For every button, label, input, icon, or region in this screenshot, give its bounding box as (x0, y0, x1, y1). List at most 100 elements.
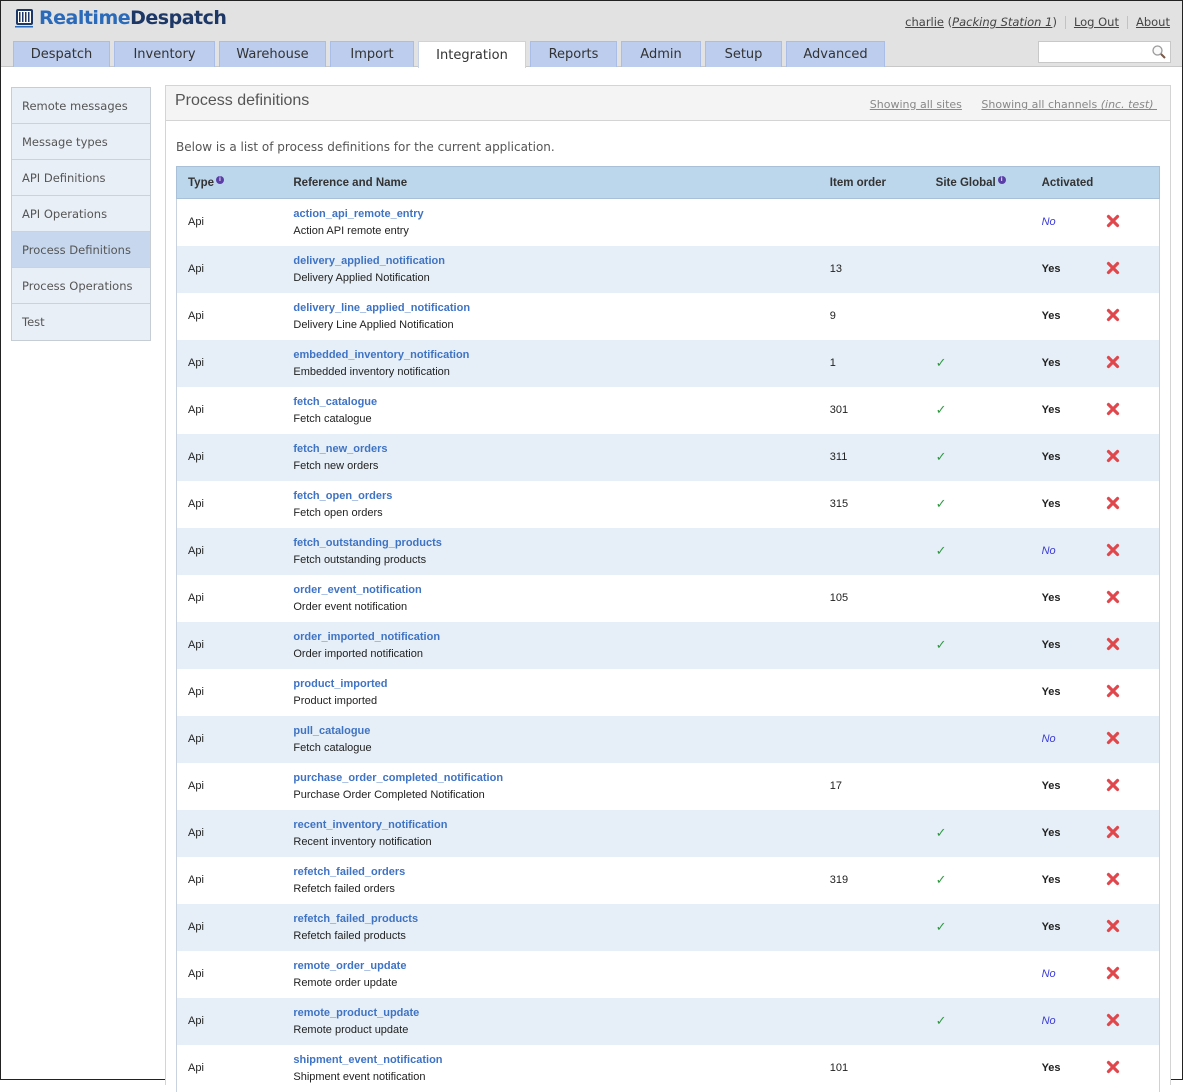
reference-cell: action_api_remote_entry Action API remote… (282, 199, 818, 246)
check-icon: ✓ (935, 1013, 947, 1028)
reference-link[interactable]: delivery_line_applied_notification (293, 302, 818, 314)
reference-cell: shipment_event_notification Shipment even… (282, 1045, 818, 1092)
sidebar-item-api-operations[interactable]: API Operations (12, 196, 150, 232)
reference-link[interactable]: shipment_event_notification (293, 1054, 818, 1066)
sidebar-item-remote-messages[interactable]: Remote messages (12, 88, 150, 124)
delete-icon[interactable] (1106, 543, 1120, 557)
reference-link[interactable]: delivery_applied_notification (293, 255, 818, 267)
tab-advanced[interactable]: Advanced (786, 41, 885, 67)
site-global-cell: ✓ (925, 387, 1031, 434)
tab-admin[interactable]: Admin (621, 41, 701, 67)
actions-cell (1095, 528, 1160, 575)
delete-icon[interactable] (1106, 872, 1120, 886)
item-order-cell: 9 (829, 310, 836, 322)
col-type[interactable]: Type i (177, 167, 283, 199)
process-name: Embedded inventory notification (293, 365, 450, 378)
reference-cell: recent_inventory_notification Recent inve… (282, 810, 818, 857)
barcode-logo-icon (15, 9, 33, 28)
site-global-cell (925, 951, 1031, 998)
logo[interactable]: RealtimeDespatch (14, 6, 227, 30)
delete-icon[interactable] (1106, 1013, 1120, 1027)
table-row: Api purchase_order_completed_notification… (176, 762, 1160, 810)
item-order-cell (819, 951, 925, 998)
search-input[interactable] (1039, 43, 1149, 63)
info-icon[interactable]: i (216, 176, 224, 185)
site-global-cell: ✓ (925, 998, 1031, 1045)
item-order-cell: 1 (829, 357, 836, 369)
type-cell: Api (188, 451, 204, 463)
process-name: Fetch new orders (293, 459, 379, 472)
delete-icon[interactable] (1106, 778, 1120, 792)
activated-status: Yes (1041, 310, 1061, 322)
delete-icon[interactable] (1106, 637, 1120, 651)
delete-icon[interactable] (1106, 684, 1120, 698)
delete-icon[interactable] (1106, 731, 1120, 745)
logout-link[interactable]: Log Out (1074, 15, 1119, 29)
reference-link[interactable]: refetch_failed_products (293, 913, 818, 925)
delete-icon[interactable] (1106, 214, 1120, 228)
site-global-cell: ✓ (925, 434, 1031, 481)
station-link[interactable]: Packing Station 1 (952, 15, 1052, 29)
delete-icon[interactable] (1106, 261, 1120, 275)
info-icon[interactable]: i (997, 176, 1006, 185)
activated-cell: No (1031, 528, 1095, 575)
tab-import[interactable]: Import (330, 41, 414, 67)
reference-link[interactable]: embedded_inventory_notification (293, 349, 818, 361)
username-link[interactable]: charlie (905, 15, 944, 29)
delete-icon[interactable] (1106, 355, 1120, 369)
reference-link[interactable]: fetch_open_orders (293, 490, 818, 502)
tab-integration[interactable]: Integration (418, 41, 526, 68)
reference-link[interactable]: fetch_new_orders (293, 443, 818, 455)
activated-status: No (1041, 733, 1056, 745)
activated-cell: No (1031, 716, 1095, 763)
reference-link[interactable]: fetch_catalogue (293, 396, 818, 408)
type-cell: Api (188, 780, 204, 792)
actions-cell (1095, 199, 1160, 246)
reference-link[interactable]: refetch_failed_orders (293, 866, 818, 878)
tab-despatch[interactable]: Despatch (13, 41, 110, 67)
process-name: Purchase Order Completed Notification (293, 788, 485, 801)
reference-link[interactable]: fetch_outstanding_products (293, 537, 818, 549)
delete-icon[interactable] (1106, 590, 1120, 604)
sites-filter-link[interactable]: Showing all sites (870, 98, 962, 111)
about-link[interactable]: About (1136, 15, 1170, 29)
tab-reports[interactable]: Reports (530, 41, 617, 67)
delete-icon[interactable] (1106, 308, 1120, 322)
type-cell: Api (188, 357, 204, 369)
tab-setup[interactable]: Setup (705, 41, 782, 67)
sidebar-item-test[interactable]: Test (12, 304, 150, 340)
sidebar-item-process-definitions[interactable]: Process Definitions (12, 232, 150, 268)
process-name: Delivery Line Applied Notification (293, 318, 454, 331)
reference-link[interactable]: order_event_notification (293, 584, 818, 596)
reference-link[interactable]: recent_inventory_notification (293, 819, 818, 831)
item-order-cell (819, 528, 925, 575)
actions-cell (1095, 716, 1160, 763)
activated-cell: Yes (1031, 387, 1095, 434)
search-icon[interactable] (1151, 44, 1167, 60)
reference-link[interactable]: action_api_remote_entry (293, 208, 818, 220)
delete-icon[interactable] (1106, 402, 1120, 416)
sidebar-item-message-types[interactable]: Message types (12, 124, 150, 160)
reference-link[interactable]: order_imported_notification (293, 631, 818, 643)
reference-link[interactable]: pull_catalogue (293, 725, 818, 737)
sidebar-item-process-operations[interactable]: Process Operations (12, 268, 150, 304)
delete-icon[interactable] (1106, 496, 1120, 510)
tab-inventory[interactable]: Inventory (114, 41, 215, 67)
reference-link[interactable]: product_imported (293, 678, 818, 690)
delete-icon[interactable] (1106, 966, 1120, 980)
reference-link[interactable]: purchase_order_completed_notification (293, 772, 818, 784)
delete-icon[interactable] (1106, 825, 1120, 839)
type-cell: Api (188, 310, 204, 322)
col-site-global[interactable]: Site Global i (925, 167, 1031, 199)
table-row: Api shipment_event_notification Shipment e… (176, 1044, 1160, 1092)
delete-icon[interactable] (1106, 449, 1120, 463)
reference-link[interactable]: remote_order_update (293, 960, 818, 972)
sidebar-item-api-definitions[interactable]: API Definitions (12, 160, 150, 196)
channels-filter-link[interactable]: Showing all channels (inc. test) (981, 98, 1157, 111)
main-panel: Process definitions Showing all sites Sh… (165, 85, 1171, 1092)
reference-link[interactable]: remote_product_update (293, 1007, 818, 1019)
check-icon: ✓ (935, 825, 947, 840)
delete-icon[interactable] (1106, 1060, 1120, 1074)
delete-icon[interactable] (1106, 919, 1120, 933)
tab-warehouse[interactable]: Warehouse (219, 41, 326, 67)
